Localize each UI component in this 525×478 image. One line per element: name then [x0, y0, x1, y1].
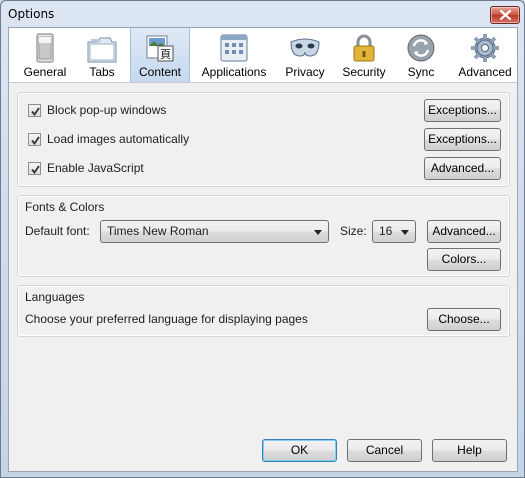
enable-javascript-label: Enable JavaScript [47, 161, 144, 175]
tabs-icon [87, 37, 117, 63]
pane-label: Tabs [89, 65, 115, 79]
choose-language-button[interactable]: Choose... [427, 308, 501, 331]
languages-description: Choose your preferred language for displ… [25, 312, 308, 326]
help-button[interactable]: Help [432, 439, 507, 462]
general-icon [36, 33, 54, 63]
privacy-mask-icon [290, 38, 320, 57]
pane-label: Advanced [458, 65, 512, 79]
chevron-down-icon [401, 230, 409, 235]
svg-text:頁: 頁 [160, 48, 171, 61]
sync-icon [407, 34, 435, 62]
pane-privacy[interactable]: Privacy [277, 28, 333, 82]
pane-label: General [23, 65, 67, 79]
fonts-colors-title: Fonts & Colors [25, 200, 105, 214]
checkmark-icon [31, 107, 40, 116]
colors-button[interactable]: Colors... [427, 248, 501, 271]
images-exceptions-button[interactable]: Exceptions... [424, 128, 501, 151]
enable-javascript-checkbox[interactable] [28, 162, 41, 175]
dialog-client-area: General Tabs 頁 Content Applications Priv… [8, 27, 518, 472]
javascript-advanced-button[interactable]: Advanced... [424, 157, 501, 180]
block-popups-checkbox[interactable] [28, 104, 41, 117]
pane-general[interactable]: General [17, 28, 73, 82]
window-title: Options [8, 7, 55, 21]
title-bar[interactable]: Options [1, 1, 524, 29]
content-icon: 頁 [146, 35, 174, 62]
pane-applications[interactable]: Applications [194, 28, 274, 82]
pane-sync[interactable]: Sync [395, 28, 447, 82]
content-settings-group: Block pop-up windows Load images automat… [17, 92, 510, 187]
default-font-label: Default font: [25, 224, 90, 238]
pane-label: Security [342, 65, 386, 79]
gear-icon [471, 34, 499, 62]
load-images-checkbox[interactable] [28, 133, 41, 146]
load-images-label: Load images automatically [47, 132, 190, 146]
languages-title: Languages [25, 290, 85, 304]
chevron-down-icon [314, 230, 322, 235]
default-font-select[interactable]: Times New Roman [100, 220, 329, 243]
font-size-select[interactable]: 16 [372, 220, 416, 243]
size-label: Size: [340, 224, 367, 238]
cancel-button[interactable]: Cancel [347, 439, 422, 462]
padlock-icon [353, 34, 375, 62]
close-button[interactable] [490, 6, 520, 24]
languages-group: Languages Choose your preferred language… [17, 285, 510, 337]
close-icon [500, 10, 511, 20]
checkmark-icon [31, 165, 40, 174]
block-popups-label: Block pop-up windows [47, 103, 167, 117]
pane-security[interactable]: Security [337, 28, 391, 82]
font-size-value: 16 [379, 224, 393, 238]
default-font-value: Times New Roman [107, 224, 209, 238]
pane-content[interactable]: 頁 Content [130, 28, 190, 82]
checkmark-icon [31, 136, 40, 145]
pane-label: Privacy [285, 65, 325, 79]
pane-tabs[interactable]: Tabs [77, 28, 127, 82]
pane-label: Applications [201, 65, 267, 79]
pane-toolbar: General Tabs 頁 Content Applications Priv… [9, 28, 517, 83]
fonts-advanced-button[interactable]: Advanced... [427, 220, 501, 243]
applications-icon [220, 34, 248, 62]
options-window: Options General Tabs 頁 Content Applicati… [0, 0, 525, 478]
fonts-colors-group: Fonts & Colors Default font: Times New R… [17, 195, 510, 277]
ok-button[interactable]: OK [262, 439, 337, 462]
pane-label: Content [138, 65, 182, 79]
popup-exceptions-button[interactable]: Exceptions... [424, 99, 501, 122]
pane-advanced[interactable]: Advanced [455, 28, 515, 82]
pane-label: Sync [407, 65, 435, 79]
